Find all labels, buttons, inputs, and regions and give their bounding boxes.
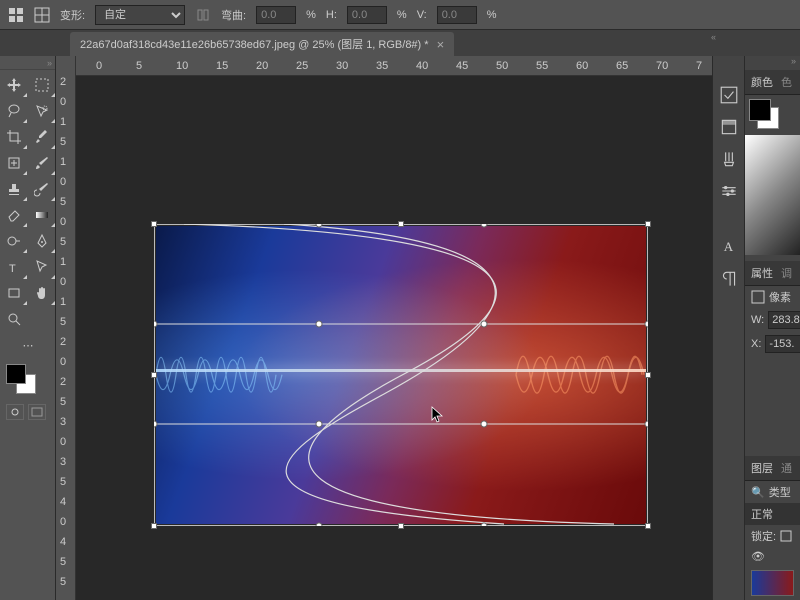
foreground-color[interactable] bbox=[6, 364, 26, 384]
zoom-tool[interactable] bbox=[0, 306, 28, 332]
bend-input[interactable]: 0.0 bbox=[256, 6, 296, 24]
eyedropper-tool[interactable] bbox=[28, 124, 56, 150]
warp-split-icon[interactable] bbox=[34, 7, 50, 23]
tab-title: 22a67d0af318cd43e11e26b65738ed67.jpeg @ … bbox=[80, 36, 429, 52]
orientation-icon[interactable] bbox=[195, 7, 211, 23]
hand-tool[interactable] bbox=[28, 280, 56, 306]
expand-tools-icon[interactable]: » bbox=[0, 56, 55, 70]
actions-panel-icon[interactable] bbox=[719, 118, 739, 136]
heal-tool[interactable] bbox=[0, 150, 28, 176]
type-tool[interactable]: T bbox=[0, 254, 28, 280]
width-input[interactable] bbox=[768, 311, 800, 329]
right-panels: » 颜色色 属性调 像素 W: X: 图层通 🔍 类型 正常 锁定: 👁 bbox=[744, 56, 800, 600]
stamp-tool[interactable] bbox=[0, 176, 28, 202]
paragraph-panel-icon[interactable] bbox=[719, 270, 739, 288]
x-label: X: bbox=[751, 338, 761, 350]
lock-pixels-icon[interactable] bbox=[780, 530, 792, 542]
w-label: W: bbox=[751, 314, 764, 326]
edit-toolbar[interactable]: ⋯ bbox=[0, 332, 56, 358]
screen-mode-icon[interactable] bbox=[28, 404, 46, 420]
document-tabs: 22a67d0af318cd43e11e26b65738ed67.jpeg @ … bbox=[0, 30, 800, 56]
swatches-tab[interactable]: 色 bbox=[781, 74, 792, 90]
path-select-tool[interactable] bbox=[28, 254, 56, 280]
v-input[interactable]: 0.0 bbox=[437, 6, 477, 24]
quick-mask-icon[interactable] bbox=[6, 404, 24, 420]
document-canvas[interactable] bbox=[156, 226, 646, 524]
bend-label: 弯曲: bbox=[221, 7, 246, 23]
quick-select-tool[interactable] bbox=[28, 98, 56, 124]
crop-tool[interactable] bbox=[0, 124, 28, 150]
properties-tab[interactable]: 属性 bbox=[751, 265, 773, 281]
rectangle-tool[interactable] bbox=[0, 280, 28, 306]
color-tab[interactable]: 颜色 bbox=[751, 74, 773, 90]
document-tab[interactable]: 22a67d0af318cd43e11e26b65738ed67.jpeg @ … bbox=[70, 32, 454, 56]
dodge-tool[interactable] bbox=[0, 228, 28, 254]
blend-mode[interactable]: 正常 bbox=[751, 506, 773, 522]
pen-tool[interactable] bbox=[28, 228, 56, 254]
layer-thumbnail[interactable] bbox=[751, 570, 794, 596]
layer-row[interactable]: 👁 bbox=[745, 547, 800, 566]
collapsed-panels: « A bbox=[712, 56, 744, 600]
character-panel-icon[interactable]: A bbox=[719, 238, 739, 256]
brush-settings-icon[interactable] bbox=[719, 182, 739, 200]
move-tool[interactable] bbox=[0, 72, 28, 98]
channels-tab[interactable]: 通 bbox=[781, 460, 792, 476]
canvas-area: 20151050510152025303540455 0510152025303… bbox=[56, 56, 712, 600]
svg-text:T: T bbox=[9, 263, 16, 275]
color-picker-area[interactable] bbox=[745, 135, 800, 255]
options-bar: 变形: 自定 弯曲: 0.0 % H: 0.0 % V: 0.0 % bbox=[0, 0, 800, 30]
close-icon[interactable]: × bbox=[437, 37, 445, 52]
horizontal-ruler[interactable]: 05101520253035404550556065707 bbox=[76, 56, 712, 76]
brushes-panel-icon[interactable] bbox=[719, 150, 739, 168]
quick-mask-row bbox=[0, 404, 55, 424]
brush-tool[interactable] bbox=[28, 150, 56, 176]
eraser-tool[interactable] bbox=[0, 202, 28, 228]
expand-panels-icon[interactable]: « bbox=[711, 32, 716, 42]
layers-tab[interactable]: 图层 bbox=[751, 460, 773, 476]
gradient-tool[interactable] bbox=[28, 202, 56, 228]
h-input[interactable]: 0.0 bbox=[347, 6, 387, 24]
color-panel-wells[interactable] bbox=[745, 95, 800, 135]
pixels-label: 像素 bbox=[769, 289, 791, 305]
warp-mesh-icon[interactable] bbox=[8, 7, 24, 23]
visibility-icon[interactable]: 👁 bbox=[751, 550, 765, 563]
tools-panel: » T ⋯ bbox=[0, 56, 56, 600]
history-brush-tool[interactable] bbox=[28, 176, 56, 202]
h-label: H: bbox=[326, 9, 337, 21]
history-panel-icon[interactable] bbox=[719, 86, 739, 104]
vertical-ruler[interactable]: 20151050510152025303540455 bbox=[56, 56, 76, 600]
v-label: V: bbox=[417, 9, 427, 21]
lasso-tool[interactable] bbox=[0, 98, 28, 124]
search-icon[interactable]: 🔍 bbox=[751, 486, 765, 499]
adjust-tab[interactable]: 调 bbox=[781, 265, 792, 281]
kind-filter[interactable]: 类型 bbox=[769, 484, 791, 500]
color-wells[interactable] bbox=[0, 358, 55, 404]
x-input[interactable] bbox=[765, 335, 800, 353]
transform-label: 变形: bbox=[60, 7, 85, 23]
lock-label: 锁定: bbox=[751, 528, 776, 544]
warp-preset-select[interactable]: 自定 bbox=[95, 5, 185, 25]
pixel-layer-icon bbox=[751, 290, 765, 304]
collapse-icon[interactable]: » bbox=[745, 56, 800, 70]
marquee-tool[interactable] bbox=[28, 72, 56, 98]
